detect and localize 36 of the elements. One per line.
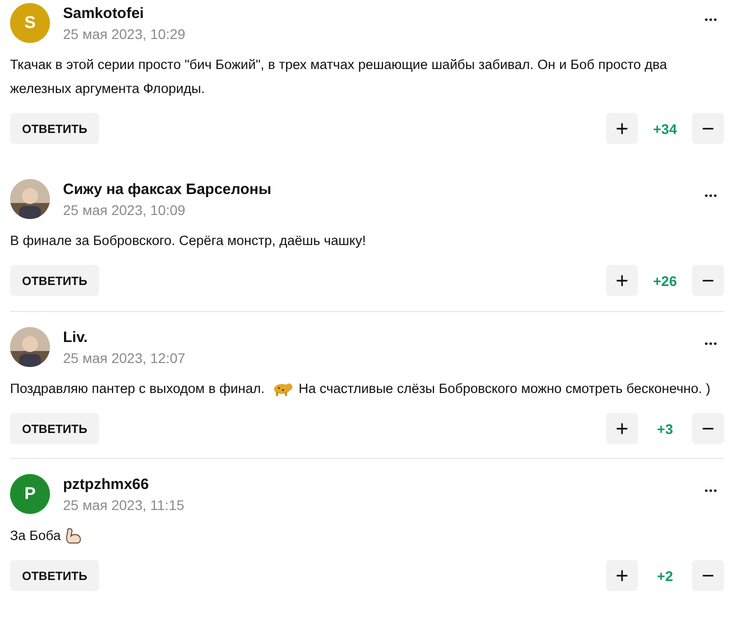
comment-text: Ткачак в этой серии просто "бич Божий", в трех матчах решающие шайбы забивал. Он и Боб просто два железных аргумента Флориды. — [10, 57, 668, 96]
vote-score: +26 — [652, 272, 678, 288]
vote-score: +2 — [656, 568, 674, 584]
downvote-button[interactable]: − — [692, 560, 724, 591]
upvote-button[interactable]: + — [606, 413, 638, 444]
flexed-arm-icon — [64, 527, 83, 546]
reply-button[interactable]: ОТВЕТИТЬ — [10, 413, 100, 444]
author-name: Сижу на факсах Барселоны — [63, 180, 272, 198]
comment-date: 25 мая 2023, 11:15 — [63, 496, 186, 512]
more-menu-button[interactable]: ••• — [698, 482, 724, 501]
downvote-button[interactable]: − — [692, 265, 724, 296]
vote-score: +3 — [656, 420, 674, 436]
avatar: S — [10, 3, 50, 43]
comment-text: На счастливые слёзы Бобровского можно смотреть бесконечно. ) — [298, 381, 710, 396]
comment-text: Поздравляю пантер с выходом в финал. — [10, 381, 265, 396]
reply-button[interactable]: ОТВЕТИТЬ — [10, 113, 100, 144]
more-menu-button[interactable]: ••• — [698, 11, 724, 30]
reply-button[interactable]: ОТВЕТИТЬ — [10, 265, 100, 296]
reply-button[interactable]: ОТВЕТИТЬ — [10, 560, 100, 591]
comment-date: 25 мая 2023, 10:09 — [63, 202, 186, 218]
vote-score: +34 — [652, 120, 678, 136]
upvote-button[interactable]: + — [606, 113, 638, 144]
upvote-button[interactable]: + — [606, 560, 638, 591]
comment-text: В финале за Бобровского. Серёга монстр, даёшь чашку! — [10, 233, 366, 248]
more-menu-button[interactable]: ••• — [698, 335, 724, 354]
avatar: P — [10, 474, 50, 514]
comment-date: 25 мая 2023, 12:07 — [63, 350, 186, 366]
author-name: Liv. — [63, 328, 89, 346]
comment-date: 25 мая 2023, 10:29 — [63, 26, 186, 42]
comment-text: За Боба — [10, 528, 61, 543]
downvote-button[interactable]: − — [692, 113, 724, 144]
upvote-button[interactable]: + — [606, 265, 638, 296]
author-name: pztpzhmx66 — [63, 476, 150, 492]
more-menu-button[interactable]: ••• — [698, 187, 724, 206]
author-name: Samkotofei — [63, 4, 145, 22]
downvote-button[interactable]: − — [692, 413, 724, 444]
